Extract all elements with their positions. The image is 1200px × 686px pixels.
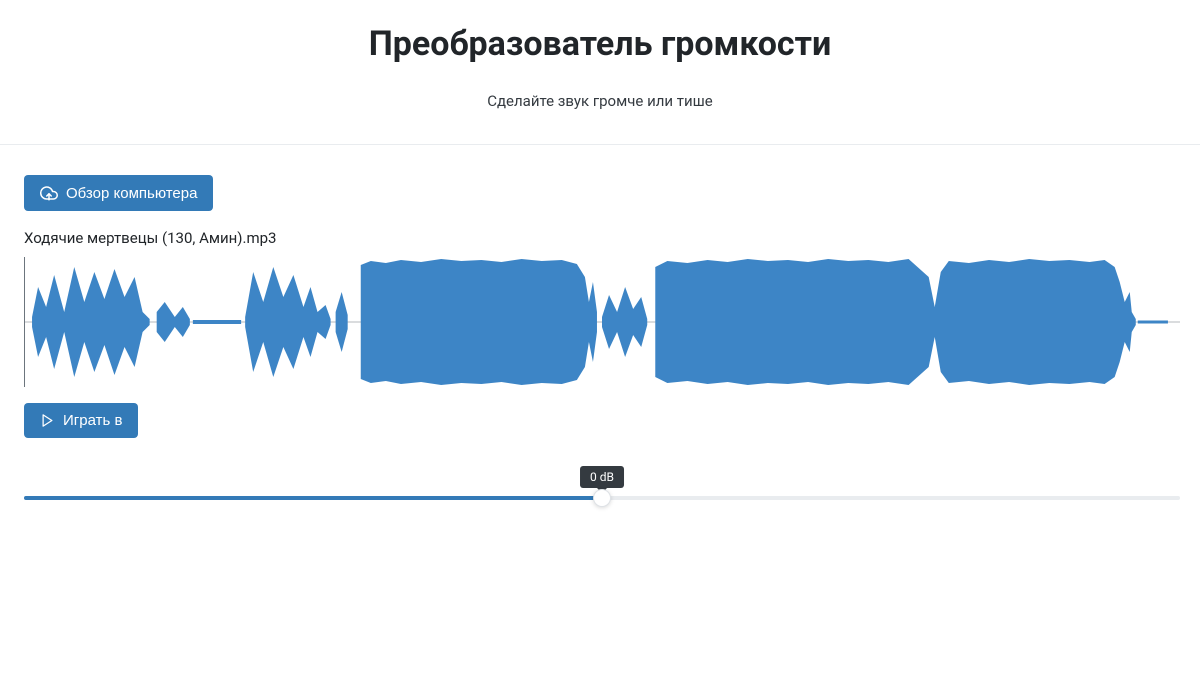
- content: Обзор компьютера Ходячие мертвецы (130, …: [0, 145, 1200, 500]
- volume-slider[interactable]: 0 dB: [24, 468, 1180, 500]
- play-button-label: Играть в: [63, 412, 122, 429]
- play-icon: [40, 413, 55, 428]
- browse-computer-button[interactable]: Обзор компьютера: [24, 175, 213, 211]
- slider-tooltip: 0 dB: [580, 466, 624, 488]
- waveform-display[interactable]: [24, 257, 1180, 387]
- page-subtitle: Сделайте звук громче или тише: [20, 92, 1180, 110]
- browse-button-label: Обзор компьютера: [66, 185, 197, 202]
- file-name: Ходячие мертвецы (130, Амин).mp3: [24, 229, 1180, 247]
- slider-track: [24, 496, 1180, 500]
- page-title: Преобразователь громкости: [20, 24, 1180, 64]
- play-button[interactable]: Играть в: [24, 403, 138, 438]
- waveform-svg: [24, 257, 1180, 387]
- cloud-upload-icon: [40, 184, 58, 202]
- slider-thumb[interactable]: [593, 489, 611, 507]
- header: Преобразователь громкости Сделайте звук …: [0, 0, 1200, 145]
- slider-fill: [24, 496, 602, 500]
